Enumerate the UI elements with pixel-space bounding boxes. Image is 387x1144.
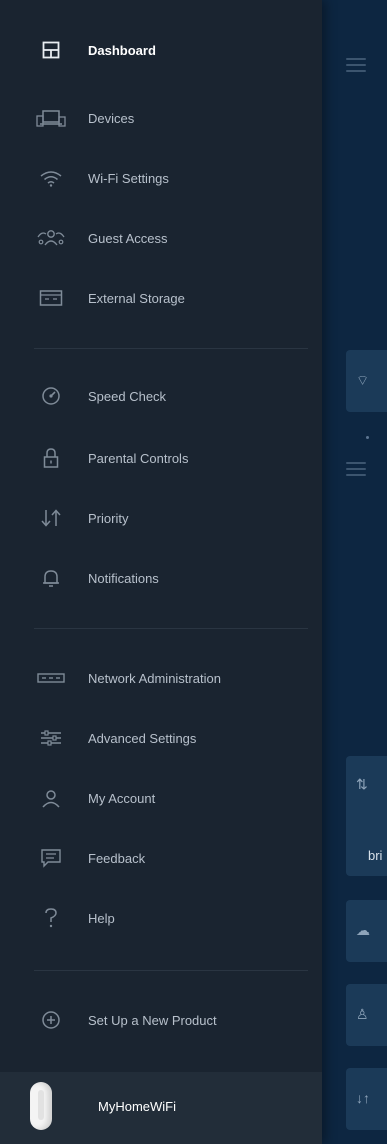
menu-item-feedback[interactable]: Feedback — [0, 828, 322, 888]
menu-item-priority[interactable]: Priority — [0, 488, 322, 548]
menu-label-feedback: Feedback — [88, 850, 146, 866]
menu-divider — [34, 348, 308, 349]
external-storage-icon — [34, 287, 68, 309]
menu-item-dashboard[interactable]: Dashboard — [0, 20, 322, 80]
menu-label-devices: Devices — [88, 110, 135, 126]
network-card-icon: ⇅ — [356, 776, 368, 792]
network-card[interactable]: ⇅ bri — [346, 756, 387, 876]
speedometer-icon — [34, 385, 68, 407]
parental-card-icon: ♙ — [356, 1006, 369, 1022]
router-icon — [34, 667, 68, 689]
menu-label-my-account: My Account — [88, 790, 156, 806]
menu-item-my-account[interactable]: My Account — [0, 768, 322, 828]
menu-item-advanced-settings[interactable]: Advanced Settings — [0, 708, 322, 768]
mesh-node-icon — [30, 1082, 52, 1130]
menu-item-external-storage[interactable]: External Storage — [0, 268, 322, 328]
menu-label-wifi-settings: Wi-Fi Settings — [88, 170, 169, 186]
menu-item-wifi-settings[interactable]: Wi-Fi Settings — [0, 148, 322, 208]
parental-card[interactable]: ♙ — [346, 984, 387, 1046]
menu-item-set-up-new-product[interactable]: Set Up a New Product — [0, 990, 322, 1050]
menu-item-speed-check[interactable]: Speed Check — [0, 366, 322, 426]
network-name: MyHomeWiFi — [98, 1099, 176, 1114]
menu-label-speed-check: Speed Check — [88, 388, 167, 404]
hamburger-menu-icon-secondary[interactable] — [346, 462, 366, 476]
menu-item-notifications[interactable]: Notifications — [0, 548, 322, 608]
menu-label-parental-controls: Parental Controls — [88, 450, 189, 466]
menu-item-devices[interactable]: Devices — [0, 88, 322, 148]
wifi-card-icon: ⌔ — [356, 372, 370, 388]
guest-access-icon — [34, 227, 68, 249]
menu-label-help: Help — [88, 910, 115, 926]
network-selector[interactable]: MyHomeWiFi — [0, 1072, 322, 1144]
menu-divider — [34, 970, 308, 971]
hamburger-menu-icon[interactable] — [346, 58, 366, 72]
menu-label-dashboard: Dashboard — [88, 42, 156, 58]
menu-item-help[interactable]: Help — [0, 888, 322, 948]
devices-icon — [34, 107, 68, 129]
add-circle-icon — [34, 1009, 68, 1031]
help-icon — [34, 907, 68, 929]
menu-label-network-administration: Network Administration — [88, 670, 221, 686]
priority-arrows-icon — [34, 507, 68, 529]
navigation-drawer: Dashboard Devices Wi-Fi Settings Guest A… — [0, 0, 322, 1144]
user-icon — [34, 787, 68, 809]
bell-icon — [34, 567, 68, 589]
menu-label-notifications: Notifications — [88, 570, 159, 586]
wifi-icon — [34, 167, 68, 189]
main-content: ⌔ ⇅ bri ☁ ♙ ↓↑ — [322, 0, 387, 1144]
menu-label-external-storage: External Storage — [88, 290, 185, 306]
lock-icon — [34, 447, 68, 469]
guest-card-icon: ☁ — [356, 922, 370, 938]
menu-divider — [34, 628, 308, 629]
menu-label-guest-access: Guest Access — [88, 230, 168, 246]
priority-card[interactable]: ↓↑ — [346, 1068, 387, 1130]
sliders-icon — [34, 727, 68, 749]
page-indicator-dot — [366, 436, 369, 439]
network-card-text: bri — [368, 848, 383, 863]
dashboard-icon — [34, 39, 68, 61]
menu-label-priority: Priority — [88, 510, 129, 526]
menu-item-parental-controls[interactable]: Parental Controls — [0, 428, 322, 488]
menu-label-advanced-settings: Advanced Settings — [88, 730, 197, 746]
guest-card[interactable]: ☁ — [346, 900, 387, 962]
menu-label-set-up-new-product: Set Up a New Product — [88, 1012, 217, 1028]
menu-item-guest-access[interactable]: Guest Access — [0, 208, 322, 268]
priority-card-icon: ↓↑ — [356, 1090, 370, 1106]
wifi-status-card[interactable]: ⌔ — [346, 350, 387, 412]
menu-item-network-administration[interactable]: Network Administration — [0, 648, 322, 708]
feedback-icon — [34, 847, 68, 869]
